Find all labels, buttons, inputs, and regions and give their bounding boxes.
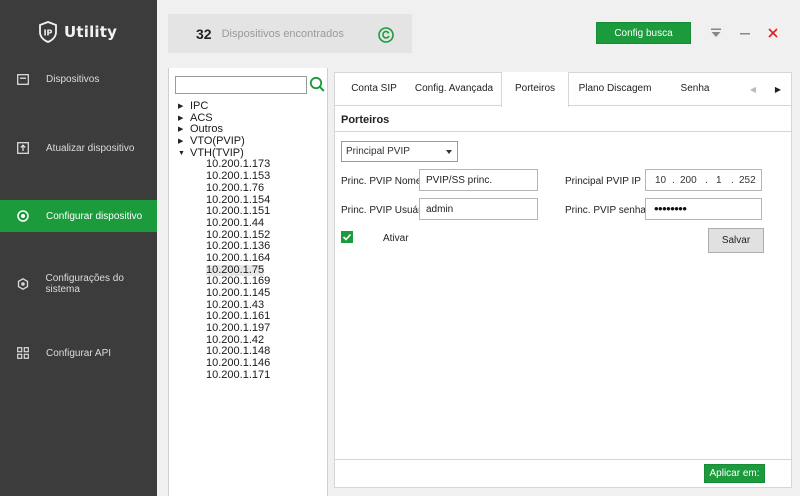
close-icon[interactable] [766,26,780,40]
device-counter: 32 Dispositivos encontrados [168,14,412,53]
refresh-icon[interactable] [378,27,394,43]
minimize-icon[interactable] [738,26,752,40]
gear-circle-icon [16,209,30,223]
expand-arrow-icon[interactable]: ▶ [178,101,190,113]
sidebar-item-atualizar[interactable]: Atualizar dispositivo [0,132,157,164]
ativar-checkbox[interactable] [341,231,353,243]
divider [334,131,792,132]
pvip-senha-field[interactable]: •••••••• [645,198,762,220]
device-count-label: Dispositivos encontrados [221,27,344,40]
tree-item[interactable]: 10.200.1.44 [178,216,270,230]
config-busca-button[interactable]: Config busca [596,22,691,44]
sidebar-item-label: Atualizar dispositivo [46,142,135,154]
tree-item-label: 10.200.1.164 [206,251,271,264]
ip-octet-2[interactable]: 200 [680,175,697,186]
aplicar-em-button[interactable]: Aplicar em: [704,464,765,483]
tab-porteiros[interactable]: Porteiros [501,72,569,107]
monitor-icon [16,72,30,86]
device-tree: ▶ IPC ▶ ACS ▶ Outros ▶ VTO(PVIP) ▼ VTH(TVIP) … [178,100,271,382]
sidebar-item-label: Configurações do sistema [45,273,124,295]
sidebar-item-dispositivos[interactable]: Dispositivos [0,63,157,95]
sidebar-item-label: Configurar API [46,347,112,359]
ip-label: Principal PVIP IP [565,176,641,187]
config-tabs: Conta SIP Config. Avançada Porteiros Pla… [334,72,792,107]
app-logo: IP Utility [38,20,117,44]
salvar-button[interactable]: Salvar [708,228,764,253]
ip-dot: . [672,175,675,186]
device-count: 32 [196,25,212,42]
tree-item[interactable]: 10.200.1.171 [178,368,271,382]
section-title: Porteiros [341,114,390,126]
device-search-input[interactable] [175,76,307,94]
senha-label: Princ. PVIP senha [565,205,646,216]
tab-scroll-left-icon[interactable]: ◀ [748,84,758,94]
tree-item[interactable]: 10.200.1.145 [178,287,271,300]
sidebar-item-configurar-dispositivo[interactable]: Configurar dispositivo [0,200,157,232]
sidebar: IP Utility Dispositivos Atualizar dispos… [0,0,157,496]
tab-config-avancada[interactable]: Config. Avançada [414,72,494,106]
expand-arrow-icon[interactable]: ▶ [178,136,190,148]
tree-item-label: 10.200.1.197 [206,322,271,335]
ip-shield-logo-icon: IP [38,21,58,43]
tab-plano-discagem[interactable]: Plano Discagem [574,72,656,106]
sidebar-item-label: Dispositivos [46,73,100,85]
tree-group-label: VTO(PVIP) [190,135,245,148]
pvip-ip-field[interactable]: 10 . 200 . 1 . 252 [645,169,762,191]
ip-octet-1[interactable]: 10 [655,175,666,186]
chevron-down-icon [446,150,452,154]
tab-senha[interactable]: Senha [671,72,719,106]
sidebar-item-label: Configurar dispositivo [46,210,143,222]
usuario-label: Princ. PVIP Usuário [341,205,430,216]
config-panel [334,72,792,488]
expand-arrow-icon[interactable]: ▶ [178,113,190,125]
sidebar-item-configurar-api[interactable]: Configurar API [0,337,157,369]
pvip-nome-field[interactable] [419,169,538,191]
tree-item[interactable]: 10.200.1.76 [178,181,270,195]
expand-arrow-icon[interactable]: ▶ [178,124,190,136]
tab-scroll-right-icon[interactable]: ▶ [773,84,783,94]
app-title: Utility [64,23,118,41]
dropdown-menu-icon[interactable] [709,26,723,40]
ip-dot: . [705,175,708,186]
tree-item-label: 10.200.1.145 [206,287,271,299]
tree-item[interactable]: 10.200.1.164 [178,251,271,265]
tree-group-label: IPC [190,100,209,112]
select-value: Principal PVIP [346,146,410,157]
tree-item-label: 10.200.1.76 [206,181,265,194]
divider [334,459,792,460]
search-icon[interactable] [309,76,325,94]
tab-conta-sip[interactable]: Conta SIP [342,72,406,106]
settings-icon [16,277,30,291]
tree-item-label: 10.200.1.44 [206,216,265,229]
pvip-type-select[interactable]: Principal PVIP [341,141,458,162]
ip-octet-3[interactable]: 1 [716,175,722,186]
collapse-arrow-icon[interactable]: ▼ [178,148,190,160]
checkmark-icon [342,233,352,241]
nome-label: Princ. PVIP Nome [341,176,422,187]
api-grid-icon [16,346,30,360]
tree-item[interactable]: 10.200.1.197 [178,322,271,335]
tree-group-vto[interactable]: ▶ VTO(PVIP) [178,135,270,148]
ativar-label: Ativar [383,233,409,244]
logo-mark-text: IP [44,29,53,38]
sidebar-item-configuracoes-sistema[interactable]: Configurações do sistema [0,268,157,300]
tree-group-ipc[interactable]: ▶ IPC [178,100,270,113]
ip-octet-4[interactable]: 252 [739,175,756,186]
pvip-usuario-field[interactable] [419,198,538,220]
upload-icon [16,141,30,155]
ip-dot: . [731,175,734,186]
tree-item-label: 10.200.1.171 [206,368,271,381]
